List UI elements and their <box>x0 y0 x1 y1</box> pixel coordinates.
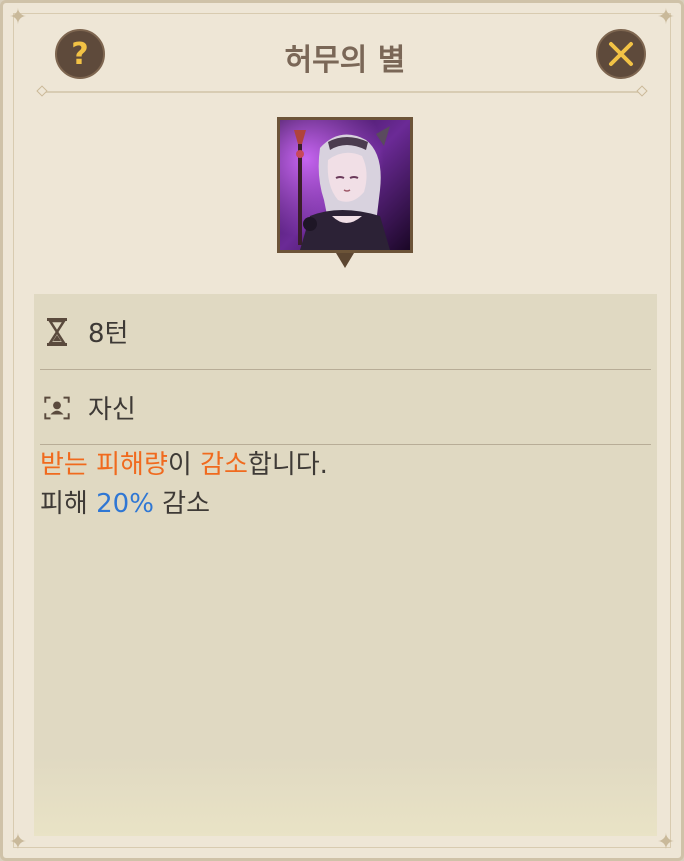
effect-details: 8턴 자신 받는 피해량이 감소합니다. 피해 20% 감소 <box>34 294 657 836</box>
plain-text: 이 <box>167 450 201 480</box>
close-button[interactable] <box>596 29 646 79</box>
value-text: 20% <box>96 489 154 519</box>
panel-title: 허무의 별 <box>284 43 406 78</box>
corner-ornament: ✦ <box>8 830 28 855</box>
description-line-1: 받는 피해량이 감소합니다. <box>40 446 647 485</box>
row-divider <box>40 444 651 445</box>
corner-ornament: ✦ <box>656 5 676 30</box>
target-text: 자신 <box>88 395 136 425</box>
target-self-icon <box>44 393 70 423</box>
dark-sorceress-portrait <box>280 120 410 250</box>
duration-text: 8턴 <box>88 319 129 349</box>
plain-text: 피해 <box>40 489 97 519</box>
close-icon <box>609 42 633 66</box>
plain-text: 합니다. <box>247 450 328 480</box>
duration-row: 8턴 <box>34 294 657 369</box>
highlight-text: 받는 피해량 <box>40 450 168 480</box>
description-line-2: 피해 20% 감소 <box>40 485 647 524</box>
highlight-text: 감소 <box>200 450 248 480</box>
hourglass-icon <box>44 317 70 347</box>
target-row: 자신 <box>34 370 657 445</box>
effect-description: 받는 피해량이 감소합니다. 피해 20% 감소 <box>40 446 647 524</box>
character-portrait <box>277 117 413 253</box>
bottom-glow <box>34 756 657 836</box>
portrait-pointer <box>336 253 354 268</box>
plain-text: 감소 <box>153 489 211 519</box>
corner-ornament: ✦ <box>8 5 28 30</box>
buff-info-panel: ✦ ✦ ✦ ✦ ? 허무의 별 8턴 자신 받는 피해량이 감소합니다. 피해 … <box>0 0 684 861</box>
title-divider <box>41 91 643 93</box>
